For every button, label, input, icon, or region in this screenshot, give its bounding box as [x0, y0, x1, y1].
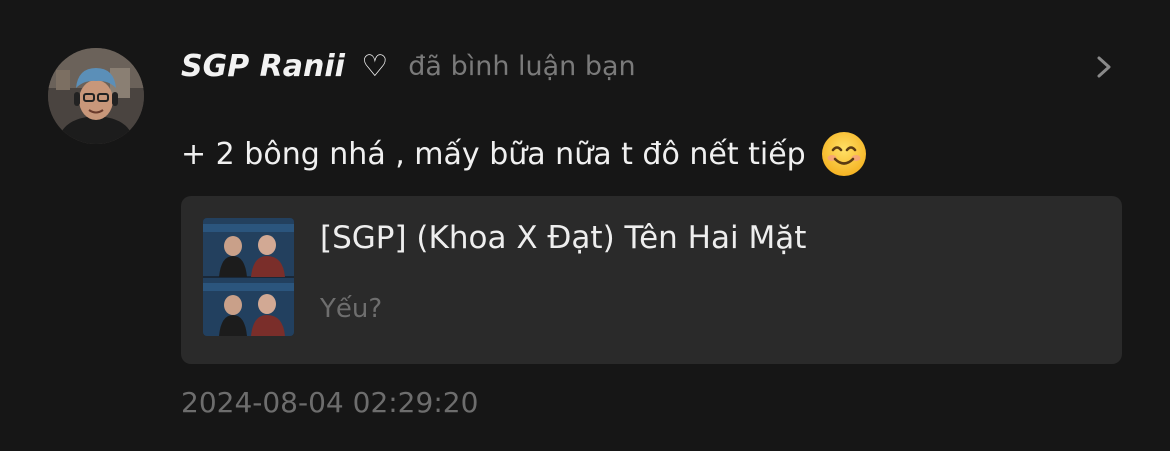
notification-item[interactable]: SGP Ranii ♡ đã bình luận bạn + 2 bông nh…	[0, 0, 1170, 451]
comment-text: + 2 bông nhá , mấy bữa nữa t đô nết tiếp	[181, 136, 806, 172]
notification-header: SGP Ranii ♡ đã bình luận bạn	[181, 44, 636, 88]
card-subtitle: Yếu?	[320, 294, 383, 324]
username-text: SGP Ranii	[181, 48, 345, 84]
avatar-image	[48, 48, 144, 144]
card-title: [SGP] (Khoa X Đạt) Tên Hai Mặt	[320, 220, 807, 256]
avatar[interactable]	[48, 48, 144, 144]
comment-body: + 2 bông nhá , mấy bữa nữa t đô nết tiếp	[181, 128, 868, 180]
smiling-face-emoji-icon	[820, 130, 868, 178]
linked-content-card[interactable]: [SGP] (Khoa X Đạt) Tên Hai Mặt Yếu?	[181, 196, 1122, 364]
chevron-right-icon[interactable]	[1094, 54, 1116, 80]
username-link[interactable]: SGP Ranii ♡	[181, 49, 388, 84]
timestamp: 2024-08-04 02:29:20	[181, 386, 479, 419]
action-text: đã bình luận bạn	[408, 50, 636, 82]
heart-icon: ♡	[361, 48, 389, 84]
content-thumbnail	[203, 218, 294, 336]
